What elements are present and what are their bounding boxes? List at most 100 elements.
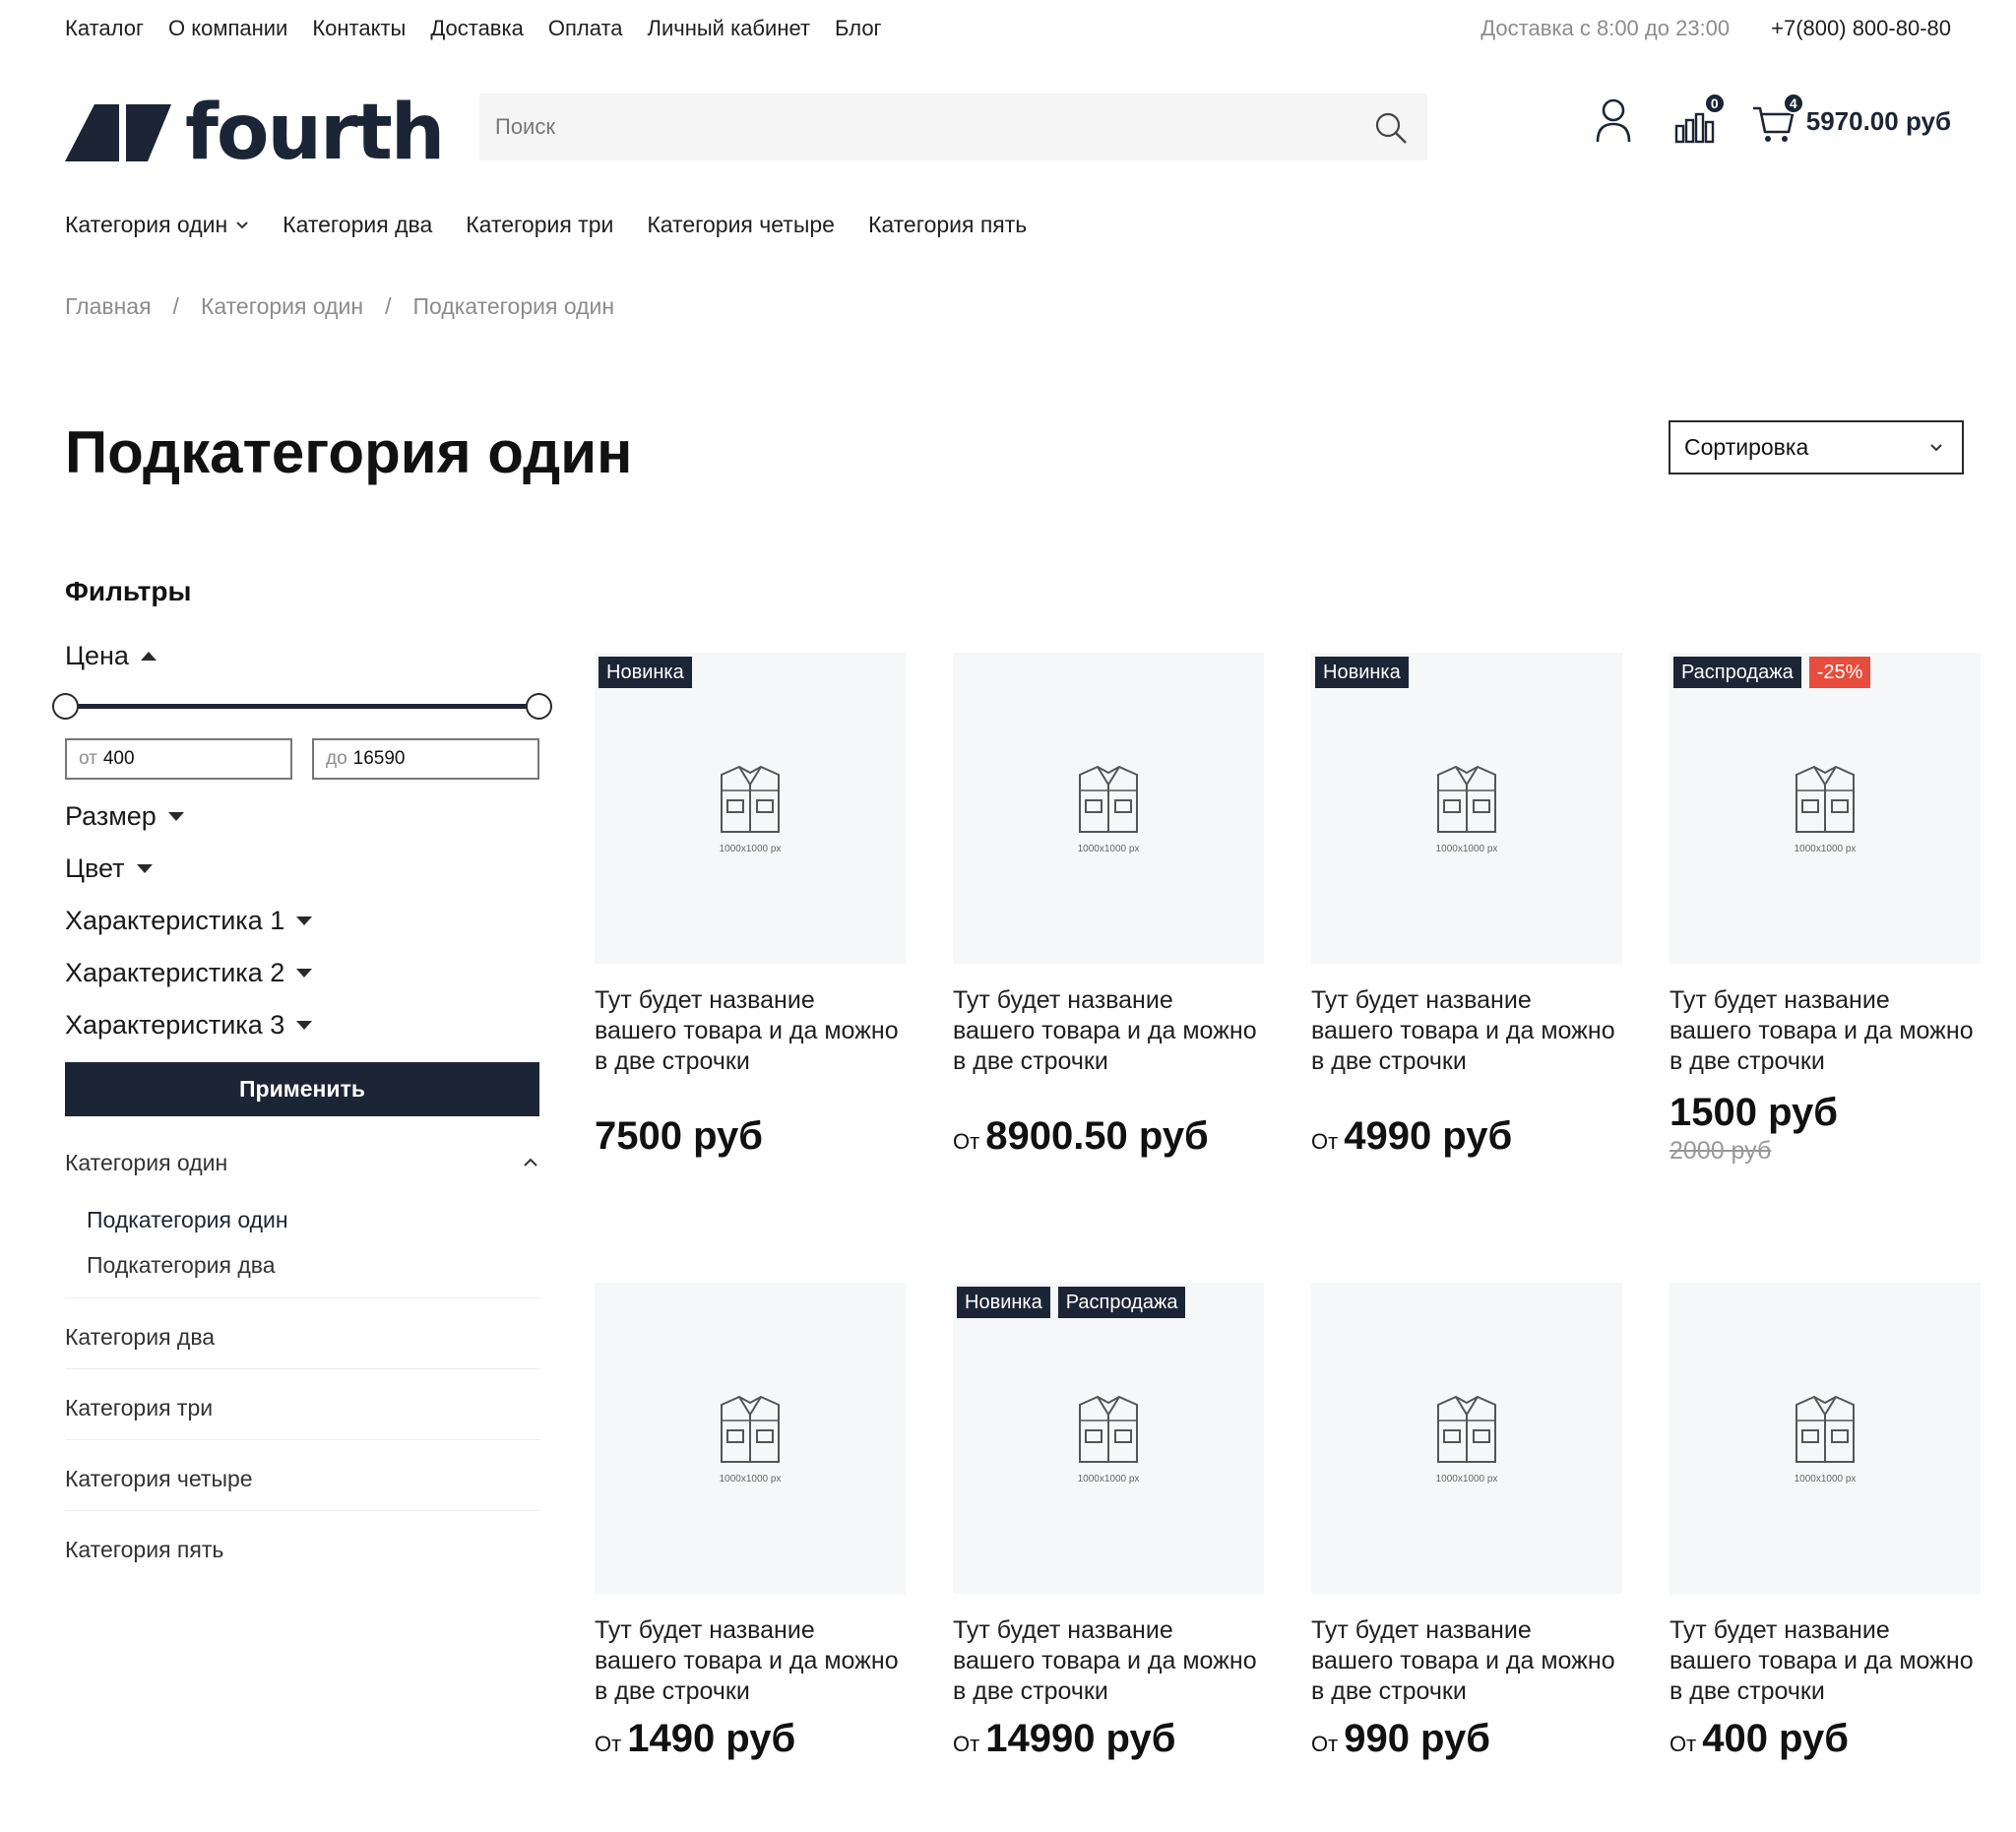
price-value: 1500 руб: [1670, 1091, 1838, 1134]
product-name[interactable]: Тут будет название вашего товара и да мо…: [595, 1615, 900, 1707]
top-nav-contacts[interactable]: Контакты: [312, 16, 406, 41]
shirt-icon: [721, 1395, 780, 1463]
price-from-field[interactable]: от 400: [65, 738, 292, 780]
product-image[interactable]: 1000x1000 px: [595, 1283, 906, 1594]
product-card[interactable]: Распродажа -25% 1000x1000 px Тут будет назв…: [1670, 653, 1981, 1166]
cart-button[interactable]: 4: [1751, 93, 1804, 146]
product-name[interactable]: Тут будет название вашего товара и да мо…: [1311, 1615, 1616, 1707]
product-price: 1500 руб: [1670, 1091, 1981, 1135]
filters-panel: Фильтры Цена от 400 до 16590 Размер Цвет…: [52, 576, 552, 1571]
catnav-category-1[interactable]: Категория один: [65, 212, 249, 238]
account-button[interactable]: [1592, 96, 1635, 146]
product-image[interactable]: Новинка Распродажа 1000x1000 px: [953, 1283, 1264, 1594]
category-nav: Категория один Категория два Категория т…: [65, 212, 1027, 238]
category-tree-item-1[interactable]: Категория один: [65, 1146, 539, 1179]
caret-down-icon: [136, 864, 153, 873]
price-slider-min-handle[interactable]: [52, 693, 79, 720]
product-image[interactable]: 1000x1000 px: [953, 653, 1264, 964]
product-name[interactable]: Тут будет название вашего товара и да мо…: [1670, 1615, 1975, 1707]
search-icon[interactable]: [1374, 111, 1408, 145]
product-card[interactable]: Новинка 1000x1000 px Тут будет название ва…: [595, 653, 906, 1159]
subcategory-item-2[interactable]: Подкатегория два: [87, 1242, 539, 1288]
cart-total[interactable]: 5970.00 руб: [1806, 106, 1951, 137]
price-to-field[interactable]: до 16590: [312, 738, 539, 780]
sort-select[interactable]: Сортировка: [1669, 420, 1964, 474]
price-slider-track: [65, 704, 539, 709]
catnav-category-3[interactable]: Категория три: [466, 212, 613, 238]
phone-number[interactable]: +7(800) 800-80-80: [1771, 16, 1951, 41]
filter-price-toggle[interactable]: Цена: [65, 641, 539, 671]
product-price: От 400 руб: [1670, 1717, 1981, 1761]
shirt-icon: [1079, 1395, 1138, 1463]
top-bar: Каталог О компании Контакты Доставка Опл…: [65, 12, 1951, 45]
filter-group-label: Размер: [65, 801, 157, 831]
product-name[interactable]: Тут будет название вашего товара и да мо…: [1670, 985, 1975, 1077]
chevron-up-icon: [524, 1158, 537, 1167]
product-card[interactable]: Новинка Распродажа 1000x1000 px Тут будет н…: [953, 1283, 1264, 1761]
top-nav-delivery[interactable]: Доставка: [430, 16, 523, 41]
category-tree-item-4[interactable]: Категория четыре: [65, 1439, 539, 1500]
product-name[interactable]: Тут будет название вашего товара и да мо…: [953, 1615, 1258, 1707]
product-card[interactable]: Новинка 1000x1000 px Тут будет название ва…: [1311, 653, 1622, 1159]
product-image[interactable]: 1000x1000 px: [1311, 1283, 1622, 1594]
price-from-value: 400: [102, 748, 135, 769]
filter-attr2-toggle[interactable]: Характеристика 2: [65, 958, 539, 988]
price-value: 8900.50 руб: [985, 1114, 1209, 1158]
price-from-prefix: От: [1311, 1129, 1339, 1154]
category-tree-item-5[interactable]: Категория пять: [65, 1510, 539, 1571]
product-card[interactable]: 1000x1000 px Тут будет название вашего то…: [595, 1283, 906, 1761]
catnav-label: Категория два: [283, 212, 433, 237]
filter-price-label: Цена: [65, 641, 129, 670]
product-name[interactable]: Тут будет название вашего товара и да мо…: [595, 985, 900, 1077]
chevron-down-icon: [236, 221, 248, 228]
price-value: 14990 руб: [985, 1717, 1176, 1760]
price-slider-max-handle[interactable]: [526, 693, 552, 720]
category-tree-label: Категория один: [65, 1149, 228, 1175]
product-card[interactable]: 1000x1000 px Тут будет название вашего то…: [1670, 1283, 1981, 1761]
filter-color-toggle[interactable]: Цвет: [65, 853, 539, 884]
product-tags: Новинка: [598, 657, 692, 688]
logo[interactable]: fourth: [65, 95, 445, 171]
search-input[interactable]: [479, 94, 1427, 160]
product-card[interactable]: 1000x1000 px Тут будет название вашего то…: [1311, 1283, 1622, 1761]
breadcrumb-home[interactable]: Главная: [65, 293, 152, 320]
price-value: 990 руб: [1344, 1717, 1490, 1760]
filter-group-label: Характеристика 3: [65, 1010, 285, 1040]
top-nav-catalog[interactable]: Каталог: [65, 16, 144, 41]
product-name[interactable]: Тут будет название вашего товара и да мо…: [953, 985, 1258, 1077]
top-nav-blog[interactable]: Блог: [835, 16, 882, 41]
price-slider[interactable]: [52, 691, 552, 721]
product-image[interactable]: Новинка 1000x1000 px: [1311, 653, 1622, 964]
price-value: 4990 руб: [1344, 1114, 1513, 1158]
filter-attr1-toggle[interactable]: Характеристика 1: [65, 906, 539, 936]
product-image[interactable]: 1000x1000 px: [1670, 1283, 1981, 1594]
filters-title: Фильтры: [65, 576, 192, 606]
compare-button[interactable]: 0: [1672, 93, 1726, 146]
product-tag: Новинка: [598, 657, 692, 688]
top-nav-payment[interactable]: Оплата: [548, 16, 623, 41]
apply-filters-button[interactable]: Применить: [65, 1062, 539, 1116]
top-nav-about[interactable]: О компании: [168, 16, 287, 41]
catnav-category-5[interactable]: Категория пять: [868, 212, 1027, 238]
filter-size-toggle[interactable]: Размер: [65, 801, 539, 832]
shirt-icon: [1437, 1395, 1496, 1463]
subcategory-item-1[interactable]: Подкатегория один: [87, 1197, 539, 1242]
filter-group-label: Характеристика 2: [65, 958, 285, 987]
catnav-category-4[interactable]: Категория четыре: [647, 212, 835, 238]
price-from-prefix: От: [1670, 1732, 1697, 1756]
top-nav-account[interactable]: Личный кабинет: [648, 16, 811, 41]
product-price: От 990 руб: [1311, 1717, 1622, 1761]
product-image[interactable]: Распродажа -25% 1000x1000 px: [1670, 653, 1981, 964]
product-card[interactable]: 1000x1000 px Тут будет название вашего то…: [953, 653, 1264, 1159]
product-tags: Новинка: [1315, 657, 1409, 688]
filter-attr3-toggle[interactable]: Характеристика 3: [65, 1010, 539, 1041]
category-tree-item-2[interactable]: Категория два: [65, 1297, 539, 1358]
product-tag: Распродажа: [1057, 1287, 1186, 1318]
product-name[interactable]: Тут будет название вашего товара и да мо…: [1311, 985, 1616, 1077]
product-image[interactable]: Новинка 1000x1000 px: [595, 653, 906, 964]
price-to-label: до: [326, 748, 347, 769]
category-tree-item-3[interactable]: Категория три: [65, 1368, 539, 1429]
breadcrumb-category[interactable]: Категория один: [201, 293, 363, 320]
catnav-category-2[interactable]: Категория два: [283, 212, 432, 238]
product-tag: Новинка: [1315, 657, 1409, 688]
